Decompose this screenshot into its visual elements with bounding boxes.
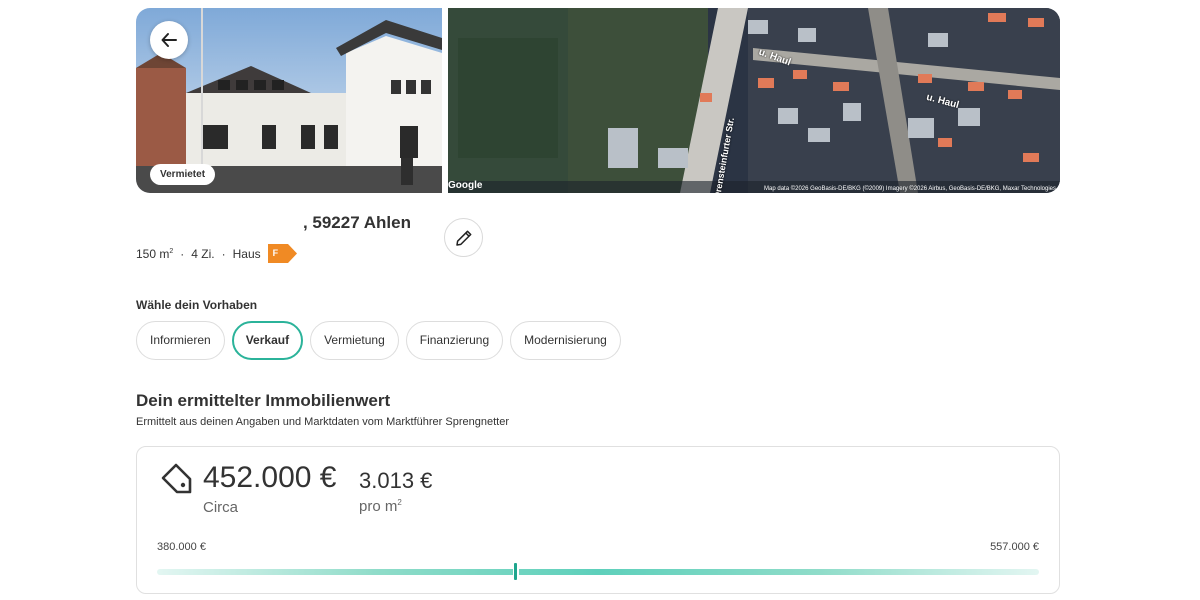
price-qualifier: Circa <box>203 499 239 516</box>
per-sqm-label: pro m2 <box>359 498 402 515</box>
hero-gallery: Vermietet u. Haul u. Haul Drensteinfurte… <box>136 8 1060 193</box>
google-logo: Google <box>448 180 483 191</box>
range-min-label: 380.000 € <box>157 541 206 553</box>
chip-finanzierung[interactable]: Finanzierung <box>405 321 504 360</box>
property-address: , 59227 Ahlen <box>302 213 411 232</box>
edit-button[interactable] <box>444 218 483 257</box>
price-per-sqm: 3.013 € <box>359 468 433 493</box>
chip-informieren[interactable]: Informieren <box>136 321 225 360</box>
back-button[interactable] <box>150 21 188 59</box>
chip-modernisierung[interactable]: Modernisierung <box>510 321 621 360</box>
range-max-label: 557.000 € <box>990 541 1039 553</box>
marker-line <box>513 563 517 580</box>
house-photo[interactable]: Vermietet <box>136 8 442 193</box>
separator: · <box>221 246 226 261</box>
valuation-heading: Dein ermittelter Immobilienwert <box>136 391 391 410</box>
chip-verkauf[interactable]: Verkauf <box>231 321 304 360</box>
separator: · <box>180 246 185 261</box>
status-badge: Vermietet <box>150 164 216 185</box>
chip-vermietung[interactable]: Vermietung <box>310 321 399 360</box>
valuation-card: 452.000 € Circa 3.013 € pro m2 380.000 €… <box>136 446 1060 594</box>
energy-class-badge: F <box>267 244 298 263</box>
property-facts: 150 m2 · 4 Zi. · Haus F <box>136 244 298 263</box>
price-estimate-marker <box>512 562 519 581</box>
valuation-subheading: Ermittelt aus deinen Angaben und Marktda… <box>136 416 509 428</box>
living-area: 150 m2 <box>136 246 174 261</box>
intent-chip-group: Informieren Verkauf Vermietung Finanzier… <box>136 321 628 360</box>
map-attribution: Map data ©2026 GeoBasis-DE/BKG (©2009) I… <box>764 186 1056 192</box>
arrow-left-icon <box>161 33 177 47</box>
satellite-map[interactable]: u. Haul u. Haul Drensteinfurter Str. Goo… <box>448 8 1060 193</box>
price-range-bar <box>157 569 1039 575</box>
pencil-icon <box>455 230 471 246</box>
room-count: 4 Zi. <box>191 246 215 261</box>
price-tag-icon <box>161 463 192 494</box>
estimated-price: 452.000 € <box>203 461 337 494</box>
intent-heading: Wähle dein Vorhaben <box>136 298 258 312</box>
property-type: Haus <box>232 246 261 261</box>
